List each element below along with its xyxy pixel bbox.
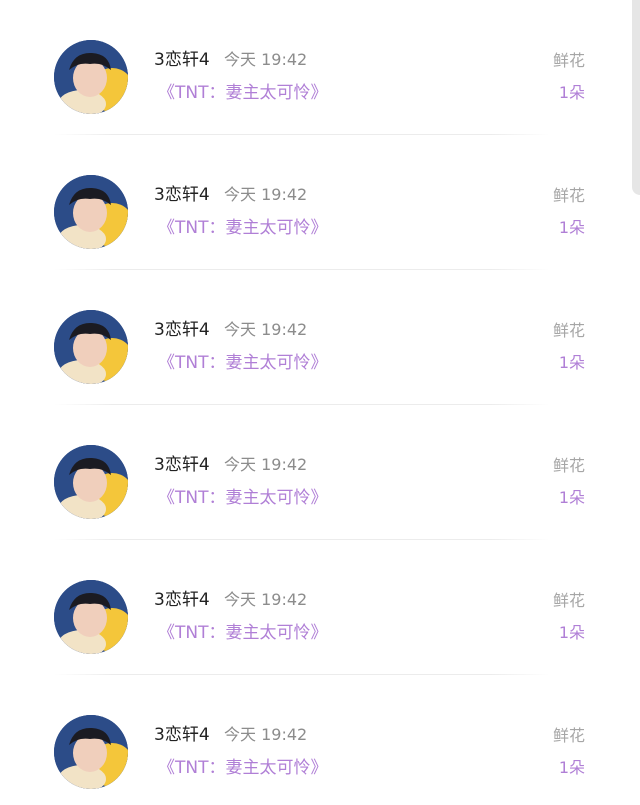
book-title-link[interactable]: 《TNT：妻主太可怜》 [158, 623, 328, 643]
timestamp: 今天 19:42 [224, 50, 308, 69]
gift-count: 1朵 [558, 83, 585, 102]
gift-type-label: 鲜花 [552, 726, 585, 745]
book-title-link[interactable]: 《TNT：妻主太可怜》 [158, 488, 328, 508]
gift-type-label: 鲜花 [552, 51, 585, 70]
list-item[interactable]: 3恋轩4 今天 19:42 《TNT：妻主太可怜》 鲜花 1朵 [0, 135, 640, 270]
timestamp: 今天 19:42 [224, 185, 308, 204]
gift-type-label: 鲜花 [552, 321, 585, 340]
gift-type-label: 鲜花 [552, 186, 585, 205]
book-title-link[interactable]: 《TNT：妻主太可怜》 [158, 218, 328, 238]
username[interactable]: 3恋轩4 [154, 185, 210, 205]
list-item[interactable]: 3恋轩4 今天 19:42 《TNT：妻主太可怜》 鲜花 1朵 [0, 675, 640, 805]
username[interactable]: 3恋轩4 [154, 320, 210, 340]
gift-count: 1朵 [558, 488, 585, 507]
scrollbar[interactable] [632, 0, 640, 195]
timestamp: 今天 19:42 [224, 455, 308, 474]
avatar[interactable] [54, 445, 128, 519]
avatar[interactable] [54, 580, 128, 654]
gift-record-list: 3恋轩4 今天 19:42 《TNT：妻主太可怜》 鲜花 1朵 3恋轩4 今天 … [0, 0, 640, 805]
gift-count: 1朵 [558, 623, 585, 642]
list-item[interactable]: 3恋轩4 今天 19:42 《TNT：妻主太可怜》 鲜花 1朵 [0, 405, 640, 540]
gift-count: 1朵 [558, 758, 585, 777]
gift-type-label: 鲜花 [552, 456, 585, 475]
username[interactable]: 3恋轩4 [154, 725, 210, 745]
gift-type-label: 鲜花 [552, 591, 585, 610]
book-title-link[interactable]: 《TNT：妻主太可怜》 [158, 758, 328, 778]
timestamp: 今天 19:42 [224, 725, 308, 744]
avatar[interactable] [54, 175, 128, 249]
book-title-link[interactable]: 《TNT：妻主太可怜》 [158, 83, 328, 103]
gift-count: 1朵 [558, 218, 585, 237]
gift-count: 1朵 [558, 353, 585, 372]
username[interactable]: 3恋轩4 [154, 50, 210, 70]
avatar[interactable] [54, 715, 128, 789]
book-title-link[interactable]: 《TNT：妻主太可怜》 [158, 353, 328, 373]
avatar[interactable] [54, 40, 128, 114]
list-item[interactable]: 3恋轩4 今天 19:42 《TNT：妻主太可怜》 鲜花 1朵 [0, 0, 640, 135]
username[interactable]: 3恋轩4 [154, 590, 210, 610]
list-item[interactable]: 3恋轩4 今天 19:42 《TNT：妻主太可怜》 鲜花 1朵 [0, 540, 640, 675]
avatar[interactable] [54, 310, 128, 384]
list-item[interactable]: 3恋轩4 今天 19:42 《TNT：妻主太可怜》 鲜花 1朵 [0, 270, 640, 405]
timestamp: 今天 19:42 [224, 320, 308, 339]
timestamp: 今天 19:42 [224, 590, 308, 609]
username[interactable]: 3恋轩4 [154, 455, 210, 475]
